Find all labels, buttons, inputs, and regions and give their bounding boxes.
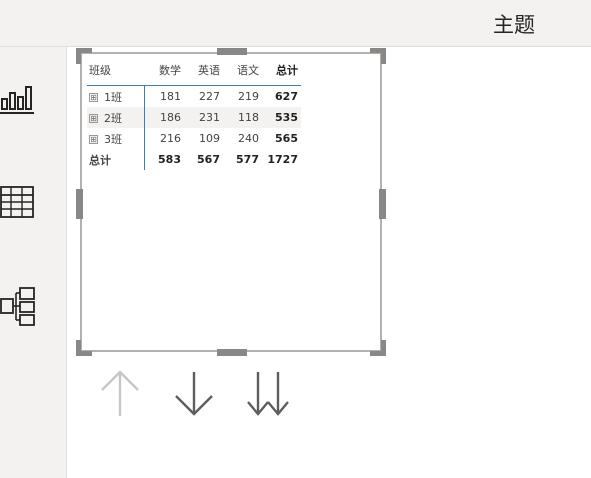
data-view-button[interactable] xyxy=(0,183,36,223)
top-bar: 主题 xyxy=(0,0,591,47)
matrix-table: 班级 数学 英语 语文 总计 ⊞ 1班 181 227 219 627 ⊞ 2班 xyxy=(87,61,301,170)
view-switcher-sidebar xyxy=(0,47,67,478)
column-header-total[interactable]: 总计 xyxy=(262,61,301,86)
row-label: 2班 xyxy=(104,111,122,125)
cell-english: 231 xyxy=(184,107,223,128)
table-grid-icon xyxy=(0,186,34,218)
drill-down-button[interactable] xyxy=(170,368,218,420)
cell-row-total: 535 xyxy=(262,107,301,128)
model-view-button[interactable] xyxy=(0,287,36,327)
model-diagram-icon xyxy=(0,287,35,326)
table-row: ⊞ 2班 186 231 118 535 xyxy=(87,107,301,128)
table-row: ⊞ 3班 216 109 240 565 xyxy=(87,128,301,149)
drill-up-button[interactable] xyxy=(96,368,144,420)
row-header: ⊞ 3班 xyxy=(87,128,145,149)
resize-handle-top-right[interactable] xyxy=(370,48,386,64)
matrix-visual[interactable]: 班级 数学 英语 语文 总计 ⊞ 1班 181 227 219 627 ⊞ 2班 xyxy=(76,48,386,356)
expand-next-level-icon xyxy=(247,372,289,416)
cell-english: 227 xyxy=(199,90,220,103)
column-header-class[interactable]: 班级 xyxy=(87,61,145,86)
expand-next-level-button[interactable] xyxy=(244,368,292,420)
cell-math: 186 xyxy=(144,107,184,128)
row-label: 1班 xyxy=(104,90,122,104)
bar-chart-icon xyxy=(0,86,34,114)
cell-row-total: 627 xyxy=(275,90,298,103)
row-header: ⊞ 2班 xyxy=(87,107,145,128)
column-header-english[interactable]: 英语 xyxy=(184,61,223,86)
cell-total-english: 567 xyxy=(197,153,220,166)
cell-english: 109 xyxy=(199,132,220,145)
report-view-button[interactable] xyxy=(0,79,36,119)
resize-handle-top[interactable] xyxy=(217,48,247,55)
row-label: 3班 xyxy=(104,132,122,146)
cell-grand-total: 1727 xyxy=(267,153,298,166)
expand-icon[interactable]: ⊞ xyxy=(89,113,98,123)
resize-handle-bottom-right[interactable] xyxy=(370,340,386,356)
resize-handle-bottom-left[interactable] xyxy=(76,340,92,356)
column-header-math[interactable]: 数学 xyxy=(145,61,185,86)
theme-tab[interactable]: 主题 xyxy=(493,9,535,39)
expand-icon[interactable]: ⊞ xyxy=(89,92,98,102)
resize-handle-right[interactable] xyxy=(379,189,386,219)
cell-math: 216 xyxy=(160,132,181,145)
row-header: ⊞ 1班 xyxy=(87,85,145,107)
cell-row-total: 565 xyxy=(275,132,298,145)
resize-handle-bottom[interactable] xyxy=(217,349,247,356)
matrix-header-row: 班级 数学 英语 语文 总计 xyxy=(87,61,301,86)
cell-math: 181 xyxy=(160,90,181,103)
grand-total-label: 总计 xyxy=(87,149,145,170)
expand-icon[interactable]: ⊞ xyxy=(89,134,98,144)
resize-handle-left[interactable] xyxy=(76,189,83,219)
cell-chinese: 240 xyxy=(238,132,259,145)
cell-total-chinese: 577 xyxy=(236,153,259,166)
table-row: ⊞ 1班 181 227 219 627 xyxy=(87,85,301,107)
cell-total-math: 583 xyxy=(158,153,181,166)
cell-chinese: 219 xyxy=(238,90,259,103)
drill-up-arrow-icon xyxy=(101,370,139,416)
column-header-chinese[interactable]: 语文 xyxy=(223,61,262,86)
cell-chinese: 118 xyxy=(223,107,262,128)
drill-down-arrow-icon xyxy=(175,372,213,416)
grand-total-row: 总计 583 567 577 1727 xyxy=(87,149,301,170)
